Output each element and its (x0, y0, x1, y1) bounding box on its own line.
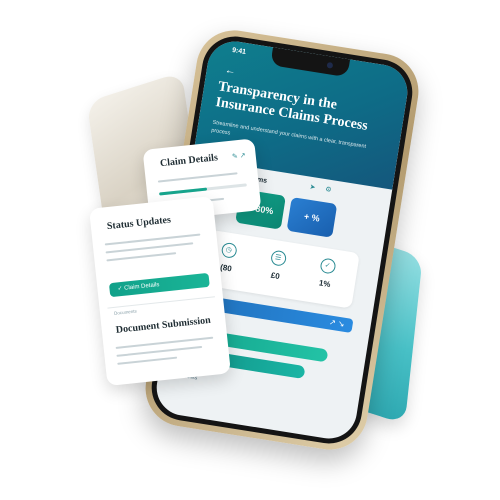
check-icon: ✓ (318, 257, 337, 275)
card-divider (107, 296, 215, 309)
text-line (116, 345, 203, 357)
claim-details-button-label: Claim Details (123, 282, 160, 292)
share-icon[interactable]: ➤ ⚙ (309, 183, 336, 195)
arrow-left-icon[interactable]: ← (224, 64, 237, 78)
text-line (157, 172, 238, 183)
document-submission-title: Document Submission (115, 314, 212, 336)
summary-value: £0 (270, 270, 281, 282)
scene: 9:41 ← Transparency in the Insurance Cla… (0, 0, 500, 500)
status-documents-card: Status Updates ✓ Claim Details Documents… (89, 196, 231, 386)
expand-icon: ↗ ↘ (328, 317, 346, 329)
claim-details-button[interactable]: ✓ Claim Details (108, 272, 210, 298)
text-line (106, 252, 177, 262)
documents-label: Documents (113, 308, 137, 316)
summary-value: 1% (318, 278, 332, 290)
camera-icon (326, 61, 334, 69)
summary-cell[interactable]: ✓ 1% (304, 251, 349, 291)
clock-icon: ◷ (220, 241, 238, 259)
edit-icon[interactable]: ✎ ↗ (232, 151, 246, 160)
status-time: 9:41 (231, 46, 247, 57)
claim-progress-fill (159, 187, 208, 196)
claim-progress-track (159, 183, 247, 196)
summary-cell[interactable]: ☰ £0 (255, 244, 300, 284)
text-line (117, 356, 178, 365)
check-circle-icon: ✓ (117, 285, 123, 293)
document-icon: ☰ (269, 249, 287, 267)
claim-details-title: Claim Details (159, 152, 219, 170)
stat-card-b[interactable]: + % (286, 197, 338, 238)
stat-value-b: + % (303, 211, 321, 224)
status-updates-title: Status Updates (106, 214, 172, 233)
